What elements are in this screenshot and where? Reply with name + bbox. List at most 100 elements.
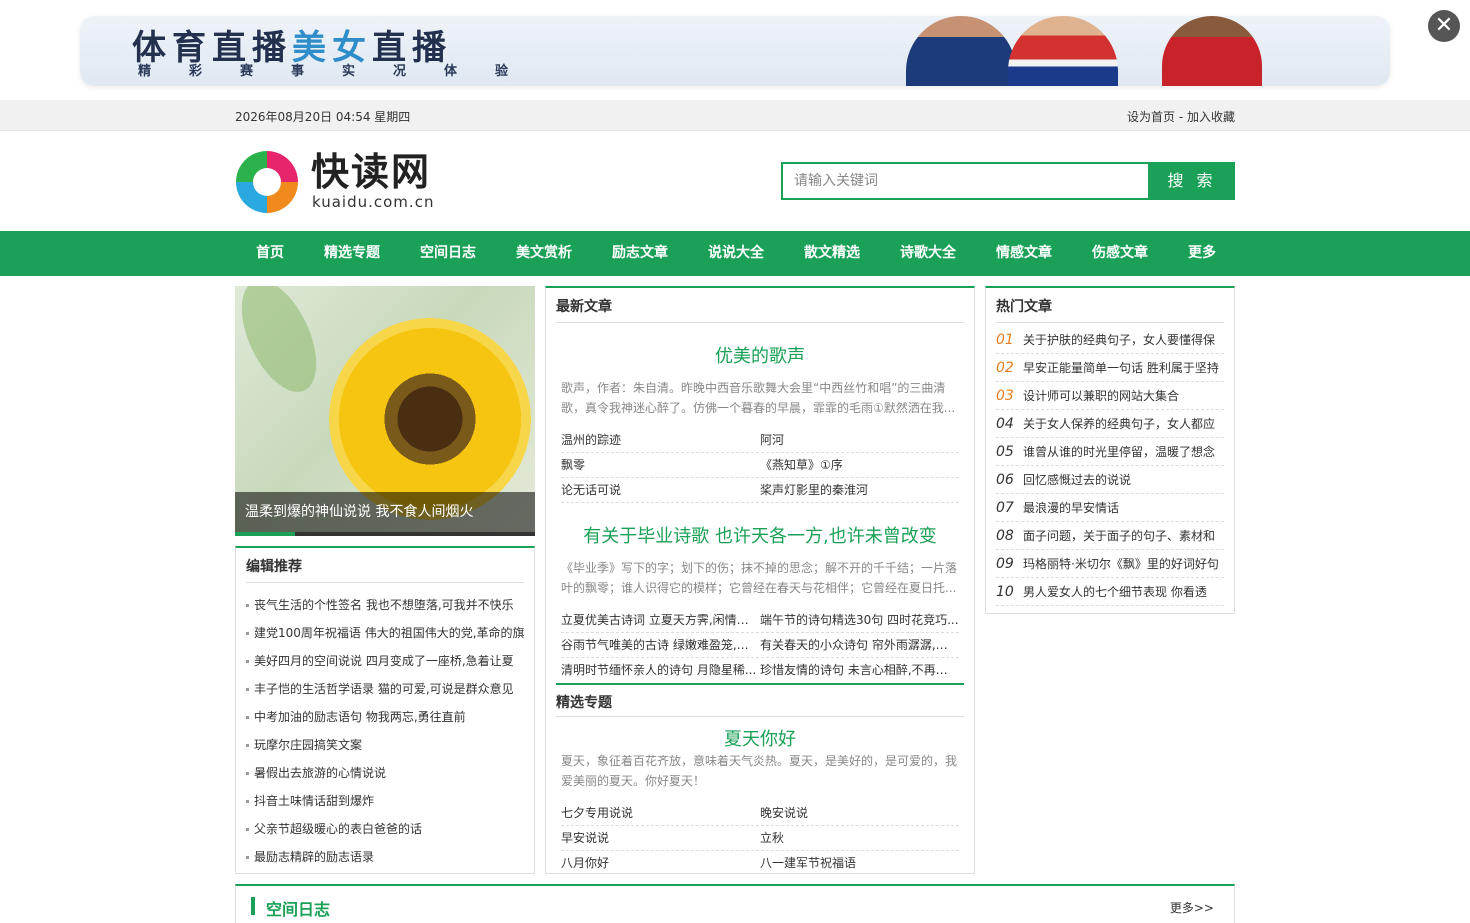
slide-caption[interactable]: 温柔到爆的神仙说说 我不食人间烟火 [235,492,535,536]
article-link[interactable]: 端午节的诗句精选30句 四时花竞巧... [760,608,959,632]
topic-link[interactable]: 晚安说说 [760,801,959,825]
article-headline[interactable]: 优美的歌声 [556,342,964,368]
slide-progress [235,532,535,536]
list-item[interactable]: 丧气生活的个性签名 我也不想堕落,可我并不快乐 [246,591,526,619]
rank-number: 08 [996,528,1014,544]
article-headline[interactable]: 有关于毕业诗歌 也许天各一方,也许未曾改变 [556,522,964,548]
article-link[interactable]: 《燕知草》①序 [760,453,959,477]
featured-slideshow[interactable]: 温柔到爆的神仙说说 我不食人间烟火 [235,286,535,536]
ranked-item[interactable]: 10 男人爱女人的七个细节表现 你看透 [996,578,1224,606]
article-link[interactable]: 珍惜友情的诗句 未言心相醉,不再接... [760,658,959,683]
section-accent-bar [251,897,255,915]
nav-item-sayings[interactable]: 说说大全 [688,231,784,276]
ranked-item-title[interactable]: 玛格丽特·米切尔《飘》里的好词好句 [1023,550,1224,577]
topic-link[interactable]: 八月你好 [561,851,760,876]
ranked-item[interactable]: 01 关于护肤的经典句子，女人要懂得保 [996,326,1224,354]
diary-section-header: 空间日志 更多>> [235,884,1235,923]
ranked-item-title[interactable]: 谁曾从谁的时光里停留，温暖了想念 [1023,438,1224,465]
article-link[interactable]: 清明时节缅怀亲人的诗句 月隐星稀... [561,658,760,683]
article-link[interactable]: 桨声灯影里的秦淮河 [760,478,959,502]
topic-headline[interactable]: 夏天你好 [556,725,964,751]
article-summary: 《毕业季》写下的字；划下的伤；抹不掉的思念；解不开的千千结；一片落叶的飘零；谁人… [561,561,958,595]
rank-number: 01 [996,332,1014,348]
rank-number: 10 [996,584,1014,600]
ranked-item-title[interactable]: 最浪漫的早安情话 [1023,494,1224,521]
ranked-item[interactable]: 02 早安正能量简单一句话 胜利属于坚持 [996,354,1224,382]
article-summary: 歌声，作者：朱自清。昨晚中西音乐歌舞大会里“中西丝竹和唱”的三曲清歌，真令我神迷… [561,381,956,415]
close-ad-button[interactable]: ✕ [1428,10,1460,42]
ranked-item[interactable]: 06 回忆感慨过去的说说 [996,466,1224,494]
nav-item-poetry[interactable]: 诗歌大全 [880,231,976,276]
search-input[interactable] [781,162,1150,200]
rank-number: 06 [996,472,1014,488]
ranked-item[interactable]: 04 关于女人保养的经典句子，女人都应 [996,410,1224,438]
article-link[interactable]: 谷雨节气唯美的古诗 绿嫩难盈笼,清... [561,633,760,657]
article-link[interactable]: 立夏优美古诗词 立夏天方霁,闲情喜... [561,608,760,632]
topic-link[interactable]: 立秋 [760,826,959,850]
topic-link[interactable]: 七夕专用说说 [561,801,760,825]
list-item[interactable]: 中考加油的励志语句 物我两忘,勇往直前 [246,703,526,731]
nav-item-inspiration[interactable]: 励志文章 [592,231,688,276]
ranked-item[interactable]: 09 玛格丽特·米切尔《飘》里的好词好句 [996,550,1224,578]
list-item[interactable]: 暑假出去旅游的心情说说 [246,759,526,787]
rank-number: 04 [996,416,1014,432]
nav-item-prose[interactable]: 散文精选 [784,231,880,276]
ad-player-image [1008,16,1118,86]
list-item[interactable]: 建党100周年祝福语 伟大的祖国伟大的党,革命的旗 [246,619,526,647]
ranked-item-title[interactable]: 关于护肤的经典句子，女人要懂得保 [1023,326,1224,353]
list-item[interactable]: 最励志精辟的励志语录 [246,843,526,871]
section-title: 精选专题 [556,695,612,711]
ad-subtitle: 精彩赛事实况体验 [138,64,547,79]
site-header: 快读网 kuaidu.com.cn 搜 索 [0,131,1470,231]
ranked-item-title[interactable]: 设计师可以兼职的网站大集合 [1023,382,1224,409]
list-item[interactable]: 玩摩尔庄园搞笑文案 [246,731,526,759]
search-button[interactable]: 搜 索 [1149,162,1235,200]
ad-player-image [1162,16,1262,86]
main-nav: 首页 精选专题 空间日志 美文赏析 励志文章 说说大全 散文精选 诗歌大全 情感… [0,231,1470,276]
top-info-bar: 2026年08月20日 04:54 星期四 设为首页 - 加入收藏 [0,100,1470,131]
article-link[interactable]: 有关春天的小众诗句 帘外雨潺潺,春... [760,633,959,657]
ranked-item-title[interactable]: 回忆感慨过去的说说 [1023,466,1224,493]
site-domain: kuaidu.com.cn [312,193,435,211]
ranked-item-title[interactable]: 早安正能量简单一句话 胜利属于坚持 [1023,354,1224,381]
nav-item-emotion[interactable]: 情感文章 [976,231,1072,276]
ranked-item[interactable]: 07 最浪漫的早安情话 [996,494,1224,522]
nav-item-more[interactable]: 更多 [1168,231,1236,276]
article-link[interactable]: 论无话可说 [561,478,760,502]
article-link[interactable]: 飘零 [561,453,760,477]
current-date: 2026年08月20日 04:54 星期四 [235,110,411,124]
rank-number: 05 [996,444,1014,460]
list-item[interactable]: 美好四月的空间说说 四月变成了一座桥,急着让夏 [246,647,526,675]
section-title[interactable]: 空间日志 [266,896,330,920]
editor-picks-panel: 编辑推荐 丧气生活的个性签名 我也不想堕落,可我并不快乐 建党100周年祝福语 … [235,546,535,874]
site-logo-text[interactable]: 快读网 [311,151,431,193]
top-ad-banner[interactable]: 体育直播美女直播 精彩赛事实况体验 ✕ [0,0,1470,100]
nav-item-diary[interactable]: 空间日志 [400,231,496,276]
rank-number: 02 [996,360,1014,376]
logo-icon[interactable] [236,151,298,213]
latest-articles-panel: 最新文章 优美的歌声 歌声，作者：朱自清。昨晚中西音乐歌舞大会里“中西丝竹和唱”… [545,286,975,874]
rank-number: 07 [996,500,1014,516]
ranked-item[interactable]: 03 设计师可以兼职的网站大集合 [996,382,1224,410]
ranked-item-title[interactable]: 面子问题，关于面子的句子、素材和 [1023,522,1224,549]
article-link[interactable]: 阿河 [760,428,959,452]
list-item[interactable]: 丰子恺的生活哲学语录 猫的可爱,可说是群众意见 [246,675,526,703]
ranked-item[interactable]: 08 面子问题，关于面子的句子、素材和 [996,522,1224,550]
topic-link[interactable]: 八一建军节祝福语 [760,851,959,876]
ranked-item-title[interactable]: 关于女人保养的经典句子，女人都应 [1023,410,1224,437]
homepage-favorite-links[interactable]: 设为首页 - 加入收藏 [1127,108,1235,125]
list-item[interactable]: 父亲节超级暖心的表白爸爸的话 [246,815,526,843]
nav-item-home[interactable]: 首页 [236,231,304,276]
ranked-item[interactable]: 05 谁曾从谁的时光里停留，温暖了想念 [996,438,1224,466]
more-link[interactable]: 更多>> [1170,899,1214,916]
nav-item-essays[interactable]: 美文赏析 [496,231,592,276]
ranked-item-title[interactable]: 男人爱女人的七个细节表现 你看透 [1023,578,1224,605]
topic-link[interactable]: 早安说说 [561,826,760,850]
list-item[interactable]: 抖音土味情话甜到爆炸 [246,787,526,815]
ad-image[interactable]: 体育直播美女直播 精彩赛事实况体验 [80,16,1390,86]
panel-title: 编辑推荐 [246,559,302,575]
nav-item-topics[interactable]: 精选专题 [304,231,400,276]
topic-summary: 夏天，象征着百花齐放，意味着天气炎热。夏天，是美好的，是可爱的，我爱美丽的夏天。… [561,754,958,788]
article-link[interactable]: 温州的踪迹 [561,428,760,452]
nav-item-sad[interactable]: 伤感文章 [1072,231,1168,276]
